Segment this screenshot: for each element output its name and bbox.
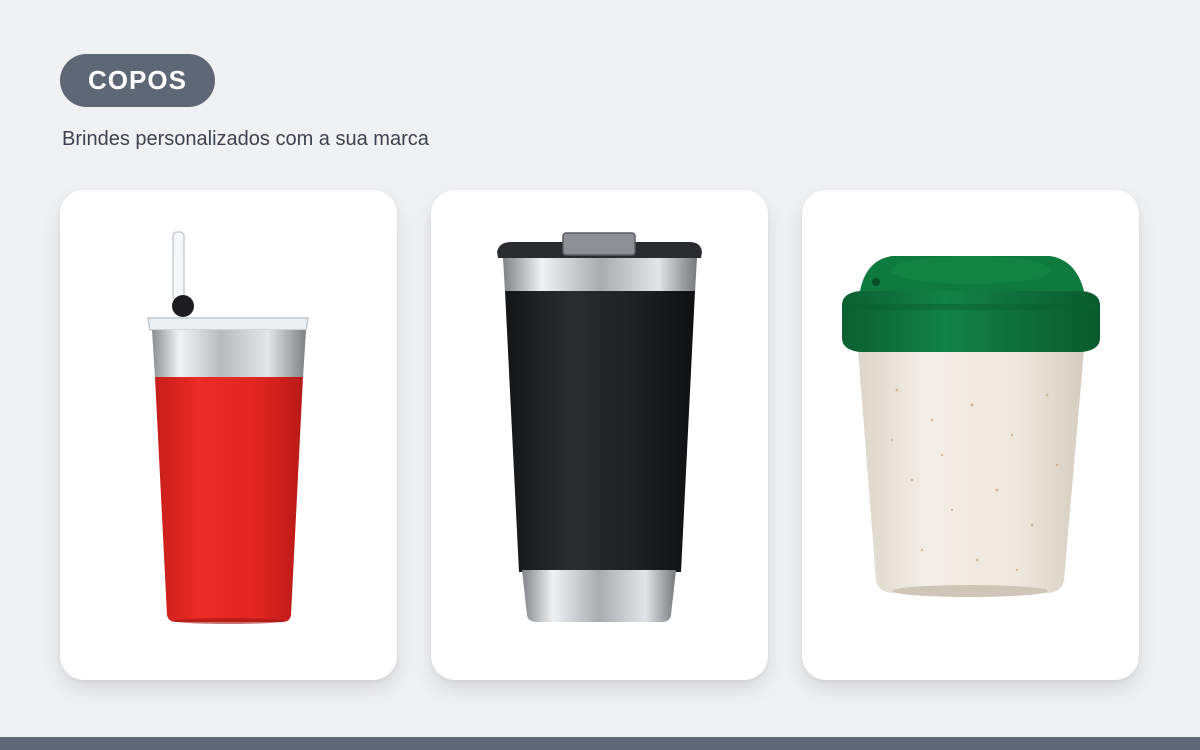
- page-subtitle: Brindes personalizados com a sua marca: [62, 128, 429, 150]
- product-card-2[interactable]: [431, 190, 768, 680]
- category-title: COPOS: [88, 65, 187, 95]
- category-badge: COPOS: [60, 54, 215, 107]
- black-thermal-cup-image: [497, 232, 702, 622]
- red-tumbler-with-straw-image: [147, 231, 309, 624]
- product-card-3[interactable]: [802, 190, 1139, 680]
- product-card-1[interactable]: [60, 190, 397, 680]
- footer-bar: [0, 737, 1200, 750]
- eco-cup-green-lid-image: [842, 256, 1100, 597]
